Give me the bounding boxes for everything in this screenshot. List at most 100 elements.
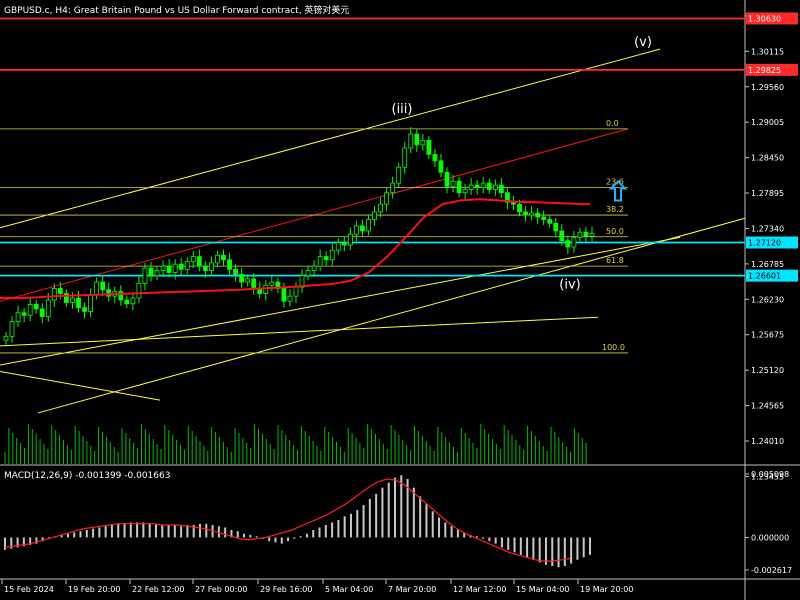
time-tick-label: 29 Feb 16:00 [260, 585, 312, 594]
price-tick-label: 1.28450 [751, 154, 784, 163]
fib-level-label: 61.8 [606, 256, 624, 265]
candles [3, 126, 595, 345]
price-tick-label: 1.27340 [751, 224, 784, 233]
candle-body [124, 299, 130, 305]
level-price-label: 1.30630 [748, 14, 781, 23]
macd-title: MACD(12,26,9) -0.001399 -0.001663 [4, 471, 171, 481]
level-price-label: 1.26601 [748, 272, 781, 281]
candle-body [426, 139, 432, 155]
candle-body [287, 295, 293, 302]
candle-body [486, 182, 492, 190]
candle-body [215, 254, 220, 264]
channel-upper-line [0, 48, 661, 229]
candle-body [45, 299, 51, 317]
candle-body [571, 237, 577, 248]
fib-level-label: 100.0 [602, 343, 625, 352]
candle-body [553, 222, 559, 232]
candle-body [372, 211, 377, 220]
candle-body [311, 265, 317, 271]
candle-body [269, 281, 275, 286]
candle-body [281, 288, 287, 302]
candle-body [353, 225, 359, 235]
candle-body [341, 242, 347, 246]
candle-body [378, 203, 383, 213]
candle-body [142, 267, 148, 284]
candle-body [498, 184, 504, 194]
candle-body [366, 219, 371, 232]
level-price-label: 1.27120 [748, 239, 781, 248]
candle-body [245, 278, 251, 283]
candle-body [335, 242, 341, 251]
candle-body [317, 256, 323, 267]
candle-body [239, 274, 245, 283]
time-tick-label: 5 Mar 04:00 [325, 585, 373, 594]
candle-body [414, 133, 420, 146]
candle-body [15, 312, 21, 323]
candle-body [233, 268, 238, 275]
time-tick-label: 27 Feb 00:00 [195, 585, 247, 594]
macd-histogram [4, 475, 591, 568]
candle-body [535, 212, 541, 218]
candle-body [251, 278, 257, 289]
price-tick-label: 1.29560 [751, 83, 784, 92]
candle-body [462, 189, 468, 194]
candle-body [456, 180, 462, 194]
volume-bars [4, 424, 587, 464]
candle-body [70, 297, 75, 303]
candle-body [541, 216, 547, 220]
time-tick-label: 22 Feb 12:00 [132, 585, 184, 594]
wave-label: (iii) [392, 102, 413, 117]
candle-body [577, 231, 583, 238]
price-tick-label: 1.26230 [751, 295, 784, 304]
candle-body [480, 182, 486, 189]
candle-body [263, 284, 269, 294]
candle-body [408, 133, 414, 149]
time-tick-label: 19 Feb 20:00 [68, 585, 120, 594]
time-tick-label: 12 Mar 12:00 [453, 585, 506, 594]
candle-body [474, 184, 480, 189]
candle-body [523, 211, 528, 216]
fib-level-label: 0.0 [606, 119, 619, 128]
candle-body [293, 286, 299, 297]
candle-body [432, 154, 438, 162]
channel-flat-line [0, 316, 599, 347]
candle-body [305, 270, 311, 277]
candle-body [94, 281, 100, 296]
candle-body [565, 240, 571, 248]
candle-body [21, 312, 27, 316]
macd-tick-label: 0.005098 [751, 470, 789, 479]
fib-level-label: 38.2 [606, 205, 624, 214]
price-tick-label: 1.24010 [751, 437, 784, 446]
candle-body [172, 263, 178, 273]
price-tick-label: 1.30115 [751, 47, 784, 56]
candle-body [221, 254, 226, 261]
candle-body [88, 294, 93, 312]
candle-body [390, 182, 396, 194]
candle-body [184, 261, 190, 270]
time-axis: 15 Feb 2024 19 Feb 20:00 22 Feb 12:00 27 Fe… [1, 579, 633, 594]
candle-body [166, 265, 172, 273]
candle-body [492, 184, 498, 190]
candle-body [360, 225, 365, 232]
candle-body [444, 171, 450, 187]
price-chart: 0.023.638.250.061.8100.0 (iii)(iv)(v) 1.… [0, 0, 800, 600]
candle-body [589, 233, 595, 237]
candle-body [160, 265, 166, 271]
candle-body [82, 307, 87, 312]
candle-body [154, 270, 160, 277]
candle-body [529, 212, 534, 216]
candle-body [57, 288, 63, 294]
candle-body [323, 256, 329, 261]
candle-body [196, 256, 202, 267]
moving-average-line [0, 198, 591, 299]
candle-body [468, 184, 474, 190]
candle-body [51, 288, 57, 301]
candle-body [583, 231, 589, 237]
candle-body [9, 321, 15, 337]
price-tick-label: 1.29005 [751, 118, 784, 127]
candle-body [547, 219, 553, 224]
time-tick-label: 19 Mar 20:00 [580, 585, 633, 594]
price-tick-label: 1.27895 [751, 189, 784, 198]
macd-tick-label: 0.000000 [751, 533, 789, 542]
candle-body [329, 249, 335, 261]
